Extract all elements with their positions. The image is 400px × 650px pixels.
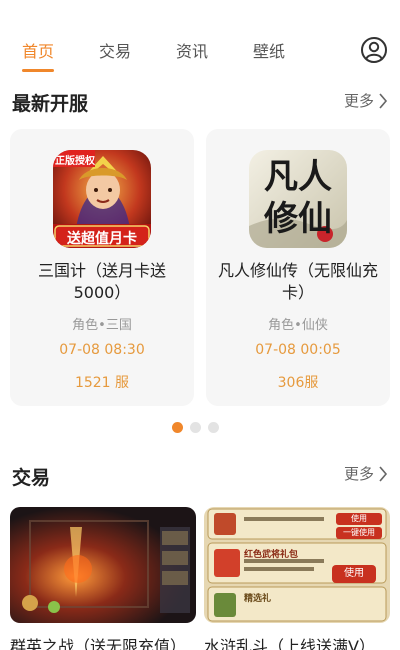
tab-home[interactable]: 首页 [22, 38, 54, 62]
thumb-button-text: 使用 [344, 568, 364, 579]
trade-item-name: 群英之战（送无限充值） [10, 637, 187, 650]
game-category: 角色•仙侠 [268, 318, 328, 333]
new-servers-more-link[interactable]: 更多 [344, 90, 388, 111]
icon-badge-text: 正版授权 [55, 156, 95, 167]
server-card[interactable]: 正版授权 送超值月卡 三国计（送月卡送5000） 角色•三国 07-08 08:… [10, 129, 194, 406]
game-name: 三国计（送月卡送5000） [37, 261, 166, 302]
server-number: 1521 服 [74, 375, 130, 391]
open-time: 07-08 08:30 [59, 342, 145, 358]
tab-trade[interactable]: 交易 [99, 38, 131, 62]
trade-thumbnail[interactable]: 使用 一键使用 使用 红色武将礼包 精选礼 [204, 507, 390, 623]
more-label: 更多 [343, 465, 374, 483]
thumb-label-text: 精选礼 [244, 594, 272, 604]
tab-news[interactable]: 资讯 [176, 38, 208, 62]
chevron-right-icon [379, 92, 388, 109]
carousel-pager [172, 422, 219, 433]
chevron-right-icon [379, 465, 388, 482]
icon-calligraphy-text: 凡人修仙 [264, 157, 332, 239]
game-icon-sanguoji: 正版授权 送超值月卡 [53, 150, 151, 248]
open-time: 07-08 00:05 [255, 342, 341, 358]
trade-more-link[interactable]: 更多 [344, 463, 388, 484]
game-name: 凡人修仙传（无限仙充卡） [217, 261, 378, 302]
thumb-label-text: 红色武将礼包 [244, 550, 299, 560]
trade-thumbnail[interactable] [10, 507, 196, 623]
new-servers-title: 最新开服 [12, 93, 89, 115]
more-label: 更多 [343, 92, 374, 110]
pager-dot[interactable] [190, 422, 201, 433]
server-card[interactable]: 凡人修仙 凡人修仙传（无限仙充卡） 角色•仙侠 07-08 00:05 306服 [206, 129, 390, 406]
server-number: 306服 [277, 375, 319, 391]
game-icon-fanrenxiuxian: 凡人修仙 [249, 150, 347, 248]
trade-title: 交易 [12, 467, 51, 489]
thumb-button-text: 一键使用 [343, 528, 375, 537]
pager-dot[interactable] [172, 422, 183, 433]
pager-dot[interactable] [208, 422, 219, 433]
active-tab-indicator [22, 69, 54, 72]
tab-wallpaper[interactable]: 壁纸 [253, 38, 285, 62]
thumb-button-text: 使用 [351, 514, 367, 523]
trade-item-name: 水浒乱斗（上线送满V） [204, 637, 375, 650]
game-category: 角色•三国 [72, 318, 132, 333]
top-tab-bar: 首页 交易 资讯 壁纸 [0, 0, 400, 80]
icon-banner-text: 送超值月卡 [67, 231, 137, 247]
user-circle-icon[interactable] [360, 36, 388, 64]
